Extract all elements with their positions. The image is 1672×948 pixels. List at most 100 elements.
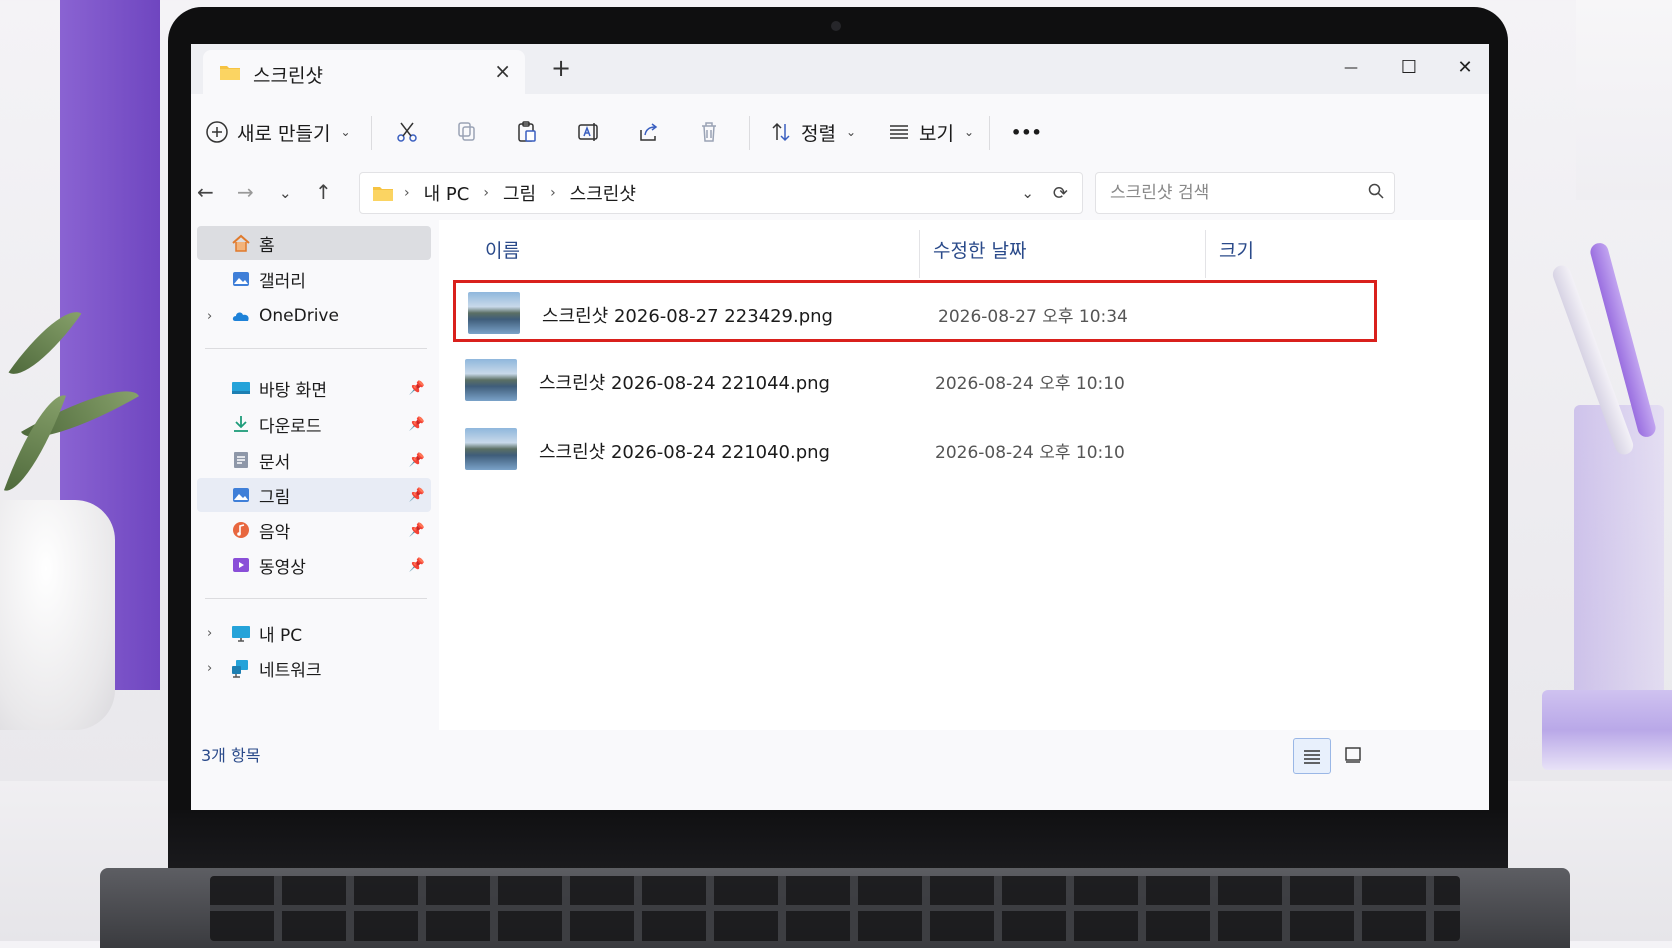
more-icon: ••• bbox=[1011, 122, 1042, 142]
sidebar-item-label: 바탕 화면 bbox=[259, 380, 327, 401]
new-button[interactable]: 새로 만들기 ⌄ bbox=[205, 112, 351, 152]
chevron-right-icon[interactable]: › bbox=[207, 661, 212, 676]
column-header-name[interactable]: 이름 bbox=[485, 236, 520, 263]
sidebar-item-home[interactable]: 홈 bbox=[197, 226, 431, 260]
file-explorer-window: 스크린샷 × + — ☐ ✕ 새로 만들기 ⌄ 정렬 ⌄ 보기 ⌄ ••• ← … bbox=[191, 44, 1489, 810]
sidebar-item-onedrive[interactable]: › OneDrive bbox=[197, 299, 431, 333]
file-row[interactable]: 스크린샷 2026-08-24 221044.png 2026-08-24 오후… bbox=[453, 350, 1377, 412]
paste-button[interactable] bbox=[515, 112, 539, 152]
pin-icon[interactable]: 📌 bbox=[409, 453, 425, 468]
delete-button[interactable] bbox=[697, 112, 721, 152]
file-date: 2026-08-24 오후 10:10 bbox=[935, 374, 1125, 394]
plant-pot bbox=[0, 500, 115, 730]
close-icon[interactable]: ✕ bbox=[1447, 50, 1483, 86]
search-icon[interactable] bbox=[1368, 183, 1384, 199]
chevron-right-icon[interactable]: › bbox=[207, 309, 212, 324]
sidebar-divider bbox=[205, 348, 427, 349]
sidebar-item-music[interactable]: 음악 📌 bbox=[197, 513, 431, 547]
more-options-button[interactable]: ••• bbox=[1011, 112, 1042, 152]
maximize-icon[interactable]: ☐ bbox=[1391, 50, 1427, 86]
sidebar-item-downloads[interactable]: 다운로드 📌 bbox=[197, 407, 431, 441]
sidebar-item-videos[interactable]: 동영상 📌 bbox=[197, 548, 431, 582]
file-row[interactable]: 스크린샷 2026-08-24 221040.png 2026-08-24 오후… bbox=[453, 419, 1377, 481]
recent-locations-chevron-icon[interactable]: ⌄ bbox=[279, 184, 292, 202]
new-tab-icon[interactable]: + bbox=[551, 54, 571, 82]
home-icon bbox=[232, 234, 250, 252]
sidebar-item-label: 문서 bbox=[259, 452, 291, 473]
file-row[interactable]: 스크린샷 2026-08-27 223429.png 2026-08-27 오후… bbox=[453, 280, 1377, 342]
refresh-icon[interactable]: ⟳ bbox=[1053, 183, 1068, 204]
rename-icon bbox=[578, 123, 598, 141]
minimize-icon[interactable]: — bbox=[1333, 50, 1369, 86]
plus-circle-icon bbox=[206, 121, 228, 143]
address-bar[interactable]: › 내 PC › 그림 › 스크린샷 ⌄ ⟳ bbox=[359, 172, 1083, 214]
sidebar-item-network[interactable]: › 네트워크 bbox=[197, 651, 431, 685]
sidebar-item-label: 다운로드 bbox=[259, 416, 322, 437]
rename-button[interactable] bbox=[577, 112, 601, 152]
share-icon bbox=[640, 123, 658, 141]
column-header-size[interactable]: 크기 bbox=[1219, 236, 1254, 263]
pin-icon[interactable]: 📌 bbox=[409, 381, 425, 396]
forward-arrow-icon[interactable]: → bbox=[237, 180, 254, 204]
file-name: 스크린샷 2026-08-24 221040.png bbox=[539, 442, 830, 463]
toolbar-divider bbox=[749, 116, 750, 150]
keyboard-row-gap bbox=[210, 905, 1460, 911]
onedrive-icon bbox=[232, 312, 249, 321]
sidebar-item-pictures[interactable]: 그림 📌 bbox=[197, 478, 431, 512]
breadcrumb-separator-icon: › bbox=[550, 185, 556, 201]
sort-button[interactable]: 정렬 ⌄ bbox=[769, 112, 856, 152]
toolbar-divider bbox=[371, 116, 372, 150]
chevron-down-icon: ⌄ bbox=[845, 125, 857, 139]
view-button[interactable]: 보기 ⌄ bbox=[887, 112, 974, 152]
plant-leaf bbox=[3, 386, 67, 500]
search-box[interactable] bbox=[1095, 172, 1395, 214]
breadcrumb-my-pc[interactable]: 내 PC bbox=[424, 180, 470, 206]
pin-icon[interactable]: 📌 bbox=[409, 558, 425, 573]
image-thumbnail bbox=[465, 428, 517, 470]
folder-icon bbox=[220, 66, 240, 80]
sidebar-item-label: 갤러리 bbox=[259, 271, 306, 292]
sidebar-item-gallery[interactable]: 갤러리 bbox=[197, 262, 431, 296]
address-dropdown-chevron-icon[interactable]: ⌄ bbox=[1021, 184, 1034, 202]
folder-icon bbox=[373, 187, 393, 201]
status-bar: 3개 항목 bbox=[191, 730, 1489, 810]
pictures-icon bbox=[233, 488, 249, 502]
sidebar-item-documents[interactable]: 문서 📌 bbox=[197, 443, 431, 477]
tiles-view-button[interactable] bbox=[1335, 738, 1371, 772]
details-view-icon bbox=[1304, 750, 1320, 764]
back-arrow-icon[interactable]: ← bbox=[197, 180, 214, 204]
search-input[interactable] bbox=[1108, 179, 1352, 207]
details-view-button[interactable] bbox=[1293, 738, 1331, 774]
breadcrumb-pictures[interactable]: 그림 bbox=[503, 180, 536, 206]
pin-icon[interactable]: 📌 bbox=[409, 523, 425, 538]
column-header-date[interactable]: 수정한 날짜 bbox=[933, 236, 1026, 263]
view-list-icon bbox=[890, 125, 908, 139]
pin-icon[interactable]: 📌 bbox=[409, 488, 425, 503]
sidebar-item-my-pc[interactable]: › 내 PC bbox=[197, 616, 431, 650]
pin-icon[interactable]: 📌 bbox=[409, 417, 425, 432]
copy-button[interactable] bbox=[455, 112, 479, 152]
sidebar-divider bbox=[205, 598, 427, 599]
gallery-icon bbox=[233, 272, 249, 286]
file-date: 2026-08-27 오후 10:34 bbox=[938, 307, 1128, 327]
tab-close-icon[interactable]: × bbox=[494, 59, 511, 83]
new-button-label: 새로 만들기 bbox=[237, 122, 331, 145]
tiles-view-icon bbox=[1345, 747, 1361, 763]
cut-button[interactable] bbox=[395, 112, 419, 152]
scissors-icon bbox=[397, 122, 417, 142]
webcam bbox=[831, 21, 841, 31]
chevron-right-icon[interactable]: › bbox=[207, 626, 212, 641]
up-arrow-icon[interactable]: ↑ bbox=[315, 180, 332, 204]
tab-screenshots[interactable]: 스크린샷 × bbox=[203, 50, 525, 94]
background-wall bbox=[1576, 0, 1672, 200]
sort-button-label: 정렬 bbox=[801, 122, 836, 145]
laptop-chin bbox=[168, 810, 1508, 870]
sidebar-item-label: OneDrive bbox=[259, 306, 339, 326]
chevron-down-icon: ⌄ bbox=[340, 125, 351, 139]
sidebar-item-label: 그림 bbox=[259, 487, 291, 508]
share-button[interactable] bbox=[637, 112, 661, 152]
address-row: ← → ⌄ ↑ › 내 PC › 그림 › 스크린샷 ⌄ ⟳ bbox=[191, 168, 1489, 220]
image-thumbnail bbox=[468, 292, 520, 334]
breadcrumb-screenshots[interactable]: 스크린샷 bbox=[570, 180, 636, 206]
sidebar-item-desktop[interactable]: 바탕 화면 📌 bbox=[197, 371, 431, 405]
